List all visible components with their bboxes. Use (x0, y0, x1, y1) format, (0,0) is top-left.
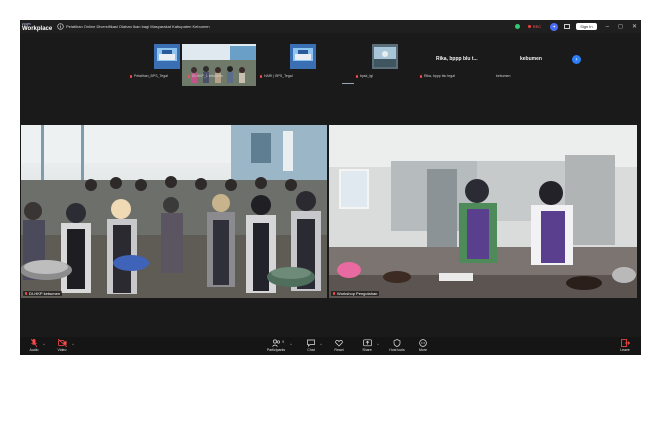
chat-label: Chat (307, 348, 315, 352)
video-name-label: DI-HKP kebumen (23, 291, 63, 296)
participants-icon (271, 339, 280, 347)
leave-button[interactable]: Leave (618, 339, 632, 352)
logo-workplace-text: Workplace (22, 25, 53, 32)
participant-thumbnail (154, 44, 180, 69)
next-page-button[interactable]: › (572, 55, 581, 64)
share-screen-icon (362, 339, 372, 347)
mic-muted-icon (260, 74, 262, 78)
mic-muted-icon (25, 292, 27, 296)
tile-label: DI-HKP_1 kebumen (188, 74, 223, 78)
video-feed-kebumen (21, 125, 327, 298)
mic-muted-icon (356, 74, 358, 78)
active-speaker-indicator (342, 83, 354, 84)
zoom-window: zoom Workplace Pelatihan Online Diversif… (20, 20, 641, 355)
mic-muted-icon (31, 339, 37, 347)
meeting-title: Pelatihan Online Diversifikasi Olahan Ik… (66, 24, 210, 29)
heart-icon (335, 340, 343, 347)
gallery-tile[interactable]: Rika, bppp blu t... Rika, bppp blu tegal (408, 44, 478, 106)
avatar-icon[interactable]: ✦ (550, 22, 559, 31)
shield-icon (393, 339, 401, 347)
close-button[interactable]: ✕ (632, 23, 637, 30)
react-button[interactable]: React (332, 339, 346, 352)
minimize-button[interactable]: – (606, 24, 609, 30)
sign-in-button[interactable]: Sign In (576, 23, 597, 30)
gallery-strip: Pelatihan_BPS_Tegal DI-HKP_1 kebumen HAR… (108, 44, 588, 108)
audio-button[interactable]: Audio (26, 339, 42, 352)
participants-count: 9 (282, 339, 285, 344)
video-options-caret[interactable]: ^ (72, 342, 74, 347)
participants-label: Participants (266, 348, 286, 352)
recording-indicator[interactable]: REC (527, 24, 542, 29)
leave-label: Leave (620, 348, 630, 352)
mic-muted-icon (420, 74, 422, 78)
view-options-icon[interactable] (564, 24, 571, 29)
record-dot-icon (527, 25, 531, 28)
tile-label: kebumen (496, 74, 511, 78)
gallery-tile[interactable]: DI-HKP_1 kebumen (182, 44, 257, 106)
participant-name: kebumen (520, 56, 542, 62)
audio-options-caret[interactable]: ^ (43, 342, 45, 347)
title-bar: zoom Workplace Pelatihan Online Diversif… (20, 20, 641, 33)
rec-label: REC (532, 24, 542, 29)
tile-label: Pelatihan_BPS_Tegal (130, 74, 168, 78)
leave-icon (620, 339, 630, 347)
meeting-toolbar: Audio ^ Video ^ Participants 9 ^ Chat ^ … (20, 337, 641, 355)
audio-label: Audio (29, 348, 39, 352)
participant-thumbnail (182, 44, 256, 86)
participant-thumbnail (290, 44, 316, 69)
chat-options-caret[interactable]: ^ (320, 342, 322, 347)
gallery-tile[interactable]: bpsk_tgl (332, 44, 398, 106)
tile-label: bpsk_tgl (356, 74, 373, 78)
share-options-caret[interactable]: ^ (377, 342, 379, 347)
mic-muted-icon (130, 74, 132, 78)
gallery-tile[interactable]: kebumen kebumen (488, 44, 548, 106)
participants-options-caret[interactable]: ^ (290, 342, 292, 347)
meeting-info-icon[interactable] (57, 23, 64, 30)
host-tools-button[interactable]: Host tools (386, 339, 408, 352)
video-name-label: Workshop Pengolahan (331, 291, 380, 296)
participant-name: Rika, bppp blu t... (436, 56, 478, 62)
chat-button[interactable]: Chat (304, 339, 318, 352)
zoom-workplace-logo: zoom Workplace (22, 22, 53, 32)
host-tools-label: Host tools (389, 348, 405, 352)
mic-muted-icon (188, 74, 190, 78)
video-button[interactable]: Video (54, 339, 70, 352)
more-label: More (419, 348, 427, 352)
title-bar-controls: REC ✦ Sign In – ◻ ✕ (514, 20, 637, 33)
share-button[interactable]: Share (360, 339, 374, 352)
more-button[interactable]: More (416, 339, 430, 352)
share-label: Share (362, 348, 372, 352)
video-right[interactable]: Workshop Pengolahan (329, 125, 637, 298)
video-feed-workshop (329, 125, 637, 298)
camera-off-icon (57, 339, 67, 347)
tile-label: HARI | BPS_Tegal (260, 74, 293, 78)
more-icon (419, 339, 427, 347)
participant-thumbnail (372, 44, 398, 69)
maximize-button[interactable]: ◻ (618, 23, 623, 30)
video-left[interactable]: DI-HKP kebumen (21, 125, 327, 298)
gallery-tile[interactable]: HARI | BPS_Tegal (260, 44, 316, 106)
tile-label: Rika, bppp blu tegal (420, 74, 455, 78)
gallery-tile[interactable]: Pelatihan_BPS_Tegal (130, 44, 180, 106)
chat-icon (307, 339, 315, 347)
security-status-icon[interactable] (514, 24, 520, 29)
mic-muted-icon (333, 292, 335, 296)
react-label: React (334, 348, 344, 352)
video-label: Video (57, 348, 67, 352)
